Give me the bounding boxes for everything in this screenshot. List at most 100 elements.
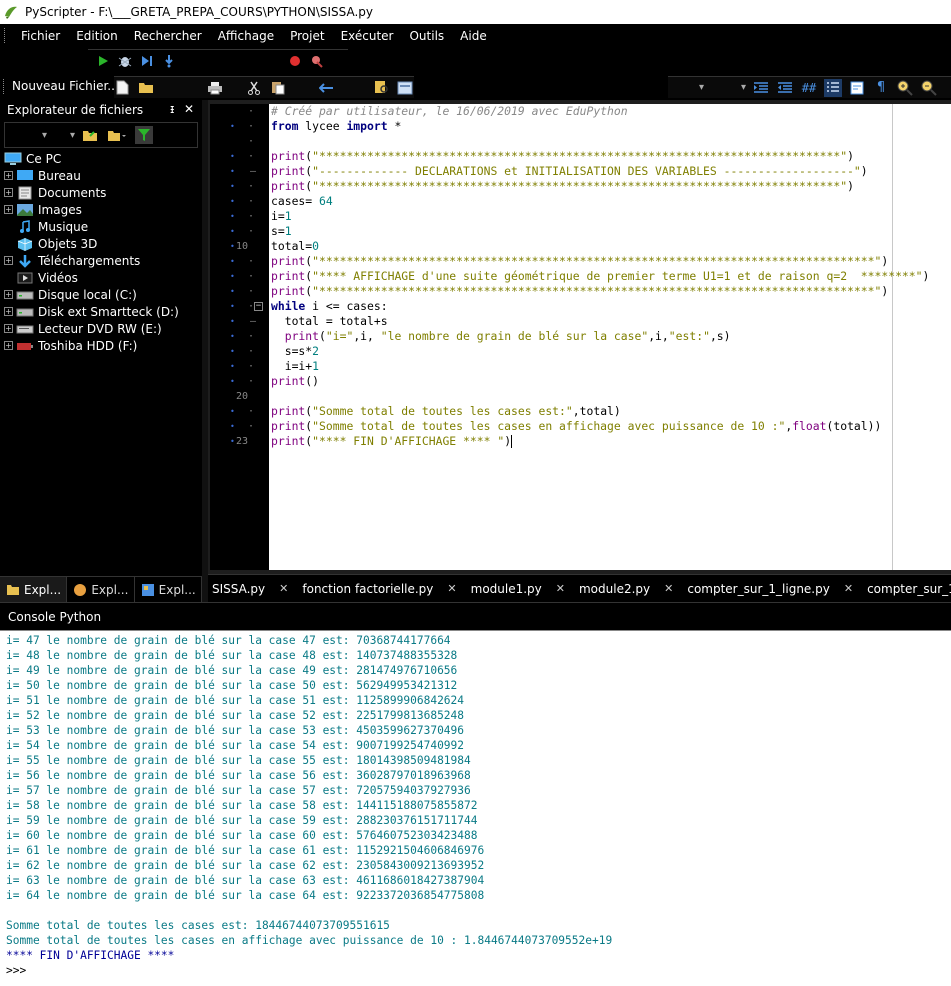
gutter-line[interactable]: ·	[210, 104, 269, 119]
comment-icon[interactable]: ##	[800, 79, 818, 97]
run-icon[interactable]	[94, 52, 112, 70]
gutter-line[interactable]: • ·	[210, 119, 269, 134]
close-tab-icon[interactable]: ✕	[664, 582, 673, 595]
editor-tab[interactable]: compter_sur_1_ligne.py ✕	[683, 582, 863, 596]
gutter-line[interactable]: • ·	[210, 179, 269, 194]
wrap-icon[interactable]	[848, 79, 866, 97]
font-dropdown[interactable]: ▾	[668, 79, 704, 97]
step-into-icon[interactable]	[160, 52, 178, 70]
expand-icon[interactable]: +	[4, 307, 13, 316]
gutter-line[interactable]: • ·	[210, 419, 269, 434]
gutter-line[interactable]: • ·	[210, 149, 269, 164]
gutter-line[interactable]: 20	[210, 389, 269, 404]
menu-edition[interactable]: Edition	[68, 29, 126, 43]
dedent-icon[interactable]	[776, 79, 794, 97]
zoom-out-icon[interactable]	[920, 79, 938, 97]
gutter-line[interactable]: • ·	[210, 269, 269, 284]
clear-breakpoints-icon[interactable]	[308, 52, 326, 70]
close-tab-icon[interactable]: ✕	[556, 582, 565, 595]
filter-icon[interactable]	[135, 126, 153, 144]
favorites-folder-icon[interactable]	[105, 126, 129, 144]
python-console[interactable]: i= 47 le nombre de grain de blé sur la c…	[0, 630, 951, 986]
menu-outils[interactable]: Outils	[401, 29, 452, 43]
expand-icon[interactable]: +	[4, 256, 13, 265]
toolbar-grip[interactable]	[3, 79, 6, 94]
fold-toggle-icon[interactable]: −	[254, 302, 263, 311]
tree-item[interactable]: + Disk ext Smartteck (D:)	[4, 303, 200, 320]
gutter-line[interactable]: • · −	[210, 299, 269, 314]
expand-icon[interactable]: +	[4, 205, 13, 214]
editor-tab[interactable]: fonction factorielle.py ✕	[298, 582, 466, 596]
tree-item[interactable]: + Téléchargements	[4, 252, 200, 269]
find-icon[interactable]	[373, 79, 391, 97]
line-numbers-icon[interactable]	[824, 78, 842, 97]
tab-explorer-3[interactable]: Expl...	[135, 577, 202, 602]
menu-affichage[interactable]: Affichage	[210, 29, 282, 43]
menu-rechercher[interactable]: Rechercher	[126, 29, 210, 43]
zoom-in-icon[interactable]	[896, 79, 914, 97]
menu-executer[interactable]: Exécuter	[333, 29, 402, 43]
tree-item[interactable]: + Disque local (C:)	[4, 286, 200, 303]
close-tab-icon[interactable]: ✕	[844, 582, 853, 595]
menu-aide[interactable]: Aide	[452, 29, 495, 43]
gutter-line[interactable]: • ·	[210, 359, 269, 374]
breakpoint-icon[interactable]	[286, 52, 304, 70]
tab-explorer-2[interactable]: Expl...	[67, 577, 135, 602]
print-icon[interactable]	[206, 79, 224, 97]
undo-icon[interactable]	[318, 79, 336, 97]
pin-icon[interactable]: ᵻ	[170, 102, 174, 116]
gutter-line[interactable]: • ·	[210, 329, 269, 344]
new-document-icon[interactable]	[114, 79, 132, 97]
tree-item[interactable]: Vidéos	[4, 269, 200, 286]
new-file-button[interactable]: Nouveau Fichier...	[12, 79, 119, 93]
gutter-line[interactable]: • ·	[210, 254, 269, 269]
tree-item[interactable]: Objets 3D	[4, 235, 200, 252]
menu-grip[interactable]	[4, 28, 7, 43]
gutter-line[interactable]: • ·	[210, 209, 269, 224]
gutter-line[interactable]: • 10	[210, 239, 269, 254]
paste-icon[interactable]	[269, 79, 287, 97]
gutter-line[interactable]: • 23	[210, 434, 269, 449]
code-area[interactable]: # Créé par utilisateur, le 16/06/2019 av…	[269, 104, 951, 570]
expand-icon[interactable]: +	[4, 324, 13, 333]
gutter-line[interactable]: • ·	[210, 374, 269, 389]
open-folder-icon[interactable]	[138, 79, 156, 97]
editor-tab[interactable]: SISSA.py ✕	[208, 582, 298, 596]
tree-item[interactable]: + Documents	[4, 184, 200, 201]
editor-tab[interactable]: compter_sur_1_ligne_n_premie	[863, 582, 951, 596]
gutter-line[interactable]: ·	[210, 134, 269, 149]
replace-icon[interactable]	[396, 79, 414, 97]
close-panel-icon[interactable]: ✕	[184, 102, 194, 116]
tree-item[interactable]: Musique	[4, 218, 200, 235]
cut-icon[interactable]	[245, 79, 263, 97]
forward-dropdown[interactable]: ▾	[53, 126, 75, 144]
editor-tab[interactable]: module2.py ✕	[575, 582, 683, 596]
expand-icon[interactable]: +	[4, 171, 13, 180]
indent-icon[interactable]	[752, 79, 770, 97]
close-tab-icon[interactable]: ✕	[279, 582, 288, 595]
run-to-cursor-icon[interactable]	[138, 52, 156, 70]
tree-item[interactable]: + Lecteur DVD RW (E:)	[4, 320, 200, 337]
gutter-line[interactable]: • ·	[210, 224, 269, 239]
tree-item[interactable]: + Toshiba HDD (F:)	[4, 337, 200, 354]
tree-item-root[interactable]: Ce PC	[4, 150, 200, 167]
expand-icon[interactable]: +	[4, 290, 13, 299]
editor-tab[interactable]: module1.py ✕	[467, 582, 575, 596]
menu-fichier[interactable]: Fichier	[13, 29, 68, 43]
tab-explorer-1[interactable]: Expl...	[0, 577, 68, 602]
back-dropdown[interactable]: ▾	[11, 126, 47, 144]
tree-item[interactable]: + Bureau	[4, 167, 200, 184]
console-prompt[interactable]: >>>	[6, 963, 26, 978]
gutter-line[interactable]: • ·	[210, 194, 269, 209]
expand-icon[interactable]: +	[4, 188, 13, 197]
gutter-line[interactable]: • ·	[210, 404, 269, 419]
open-folder-icon[interactable]	[81, 126, 99, 144]
gutter-line[interactable]: • ·	[210, 344, 269, 359]
pilcrow-icon[interactable]: ¶	[872, 79, 890, 97]
gutter-line[interactable]: • ·	[210, 284, 269, 299]
debug-icon[interactable]	[116, 52, 134, 70]
size-dropdown[interactable]: ▾	[710, 79, 746, 97]
gutter-line[interactable]: • –	[210, 164, 269, 179]
close-tab-icon[interactable]: ✕	[447, 582, 456, 595]
menu-projet[interactable]: Projet	[282, 29, 332, 43]
